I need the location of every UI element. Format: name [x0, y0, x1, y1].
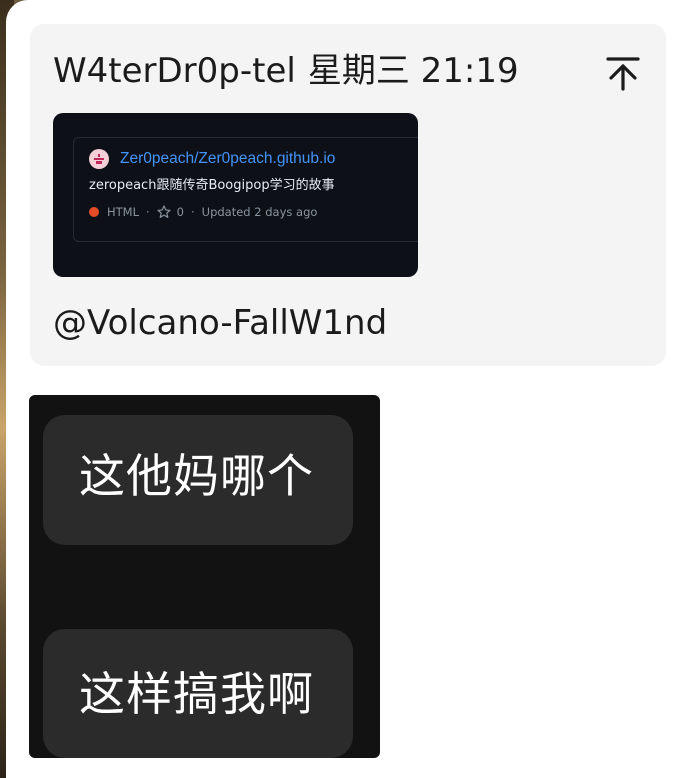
repo-preview-image[interactable]: Zer0peach/Zer0peach.github.io zeropeach跟…	[53, 113, 418, 277]
message-timestamp: 星期三 21:19	[307, 51, 519, 91]
user-mention[interactable]: @Volcano-FallW1nd	[53, 302, 387, 344]
star-icon	[157, 205, 171, 219]
sticker-bubble: 这他妈哪个	[43, 415, 353, 545]
sticker-text: 这样搞我啊	[79, 667, 314, 721]
sticker-text: 这他妈哪个	[79, 449, 314, 503]
sticker-image[interactable]: 这他妈哪个 这样搞我啊	[29, 395, 380, 758]
repo-meta: HTML · 0 · Updated 2 days ago	[89, 203, 317, 221]
language-color-dot	[89, 207, 99, 217]
meta-separator: ·	[146, 205, 150, 219]
meta-separator: ·	[191, 205, 195, 219]
repo-name-link[interactable]: Zer0peach/Zer0peach.github.io	[120, 149, 335, 169]
repo-avatar-icon	[89, 149, 109, 169]
sticker-bubble: 这样搞我啊	[43, 629, 353, 758]
repo-language: HTML	[107, 205, 140, 219]
message-header: W4terDr0p-tel 星期三 21:19	[53, 50, 519, 92]
repo-updated: Updated 2 days ago	[201, 205, 318, 219]
repo-description: zeropeach跟随传奇Boogipop学习的故事	[89, 178, 335, 193]
repo-stars: 0	[176, 205, 184, 219]
pin-to-top-icon[interactable]	[604, 54, 642, 92]
sender-name[interactable]: W4terDr0p-tel	[53, 51, 296, 91]
